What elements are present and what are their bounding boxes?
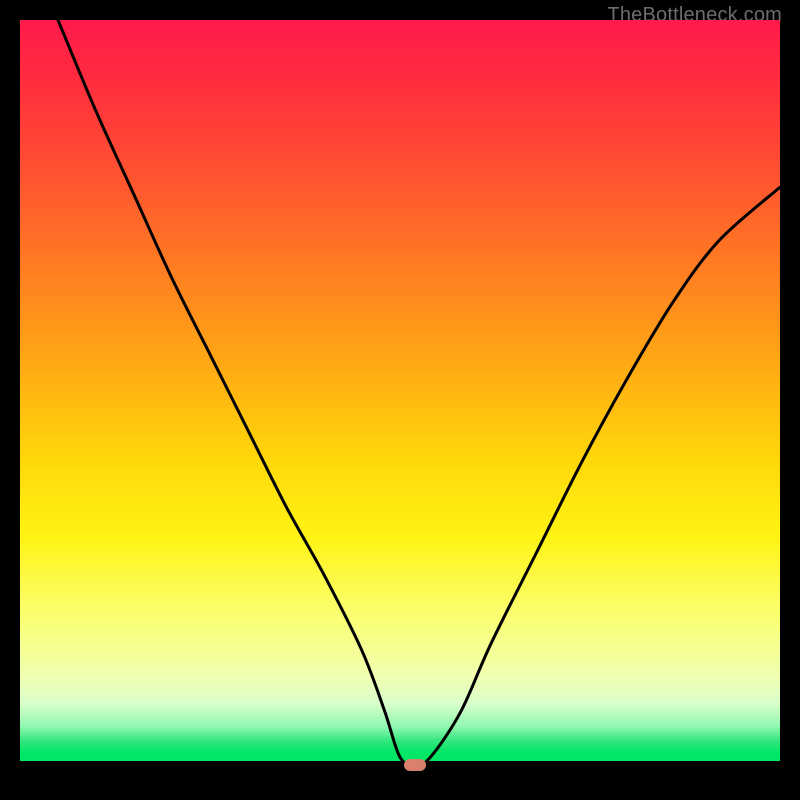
- chart-frame: TheBottleneck.com: [0, 0, 800, 800]
- curve-svg: [20, 20, 780, 780]
- optimum-marker: [404, 759, 426, 771]
- plot-area: [20, 20, 780, 780]
- bottleneck-curve-path: [58, 20, 780, 765]
